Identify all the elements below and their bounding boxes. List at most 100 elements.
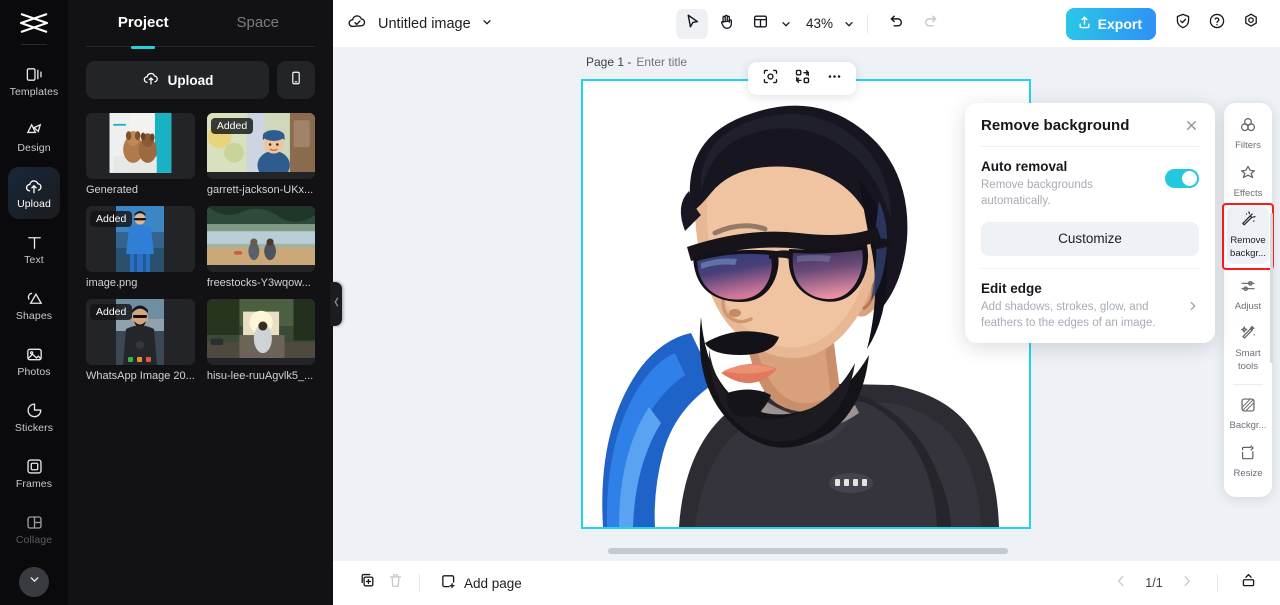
tool-background[interactable]: Backgr...: [1227, 391, 1269, 436]
redo-button[interactable]: [914, 9, 946, 39]
upload-item[interactable]: Added image.png: [86, 206, 195, 289]
hand-tool-button[interactable]: [710, 9, 742, 39]
canvas-horizontal-scrollbar[interactable]: [608, 548, 1008, 554]
upload-item[interactable]: hisu-lee-ruuAgvlk5_...: [206, 299, 315, 382]
thumbnail[interactable]: [206, 206, 315, 272]
settings-button[interactable]: [1236, 9, 1266, 39]
tab-active-indicator: [131, 46, 156, 49]
document-title: Untitled image: [378, 15, 471, 32]
edit-edge-subtitle: Add shadows, strokes, glow, and feathers…: [981, 300, 1156, 329]
export-button[interactable]: Export: [1065, 7, 1156, 40]
text-icon: [24, 232, 44, 252]
customize-button-label: Customize: [1058, 231, 1122, 247]
upload-button[interactable]: Upload: [86, 61, 269, 99]
upload-item-label: hisu-lee-ruuAgvlk5_...: [206, 370, 314, 382]
page-title-input[interactable]: [636, 55, 727, 69]
add-page-label: Add page: [464, 575, 522, 591]
next-page-button[interactable]: [1173, 569, 1201, 597]
tool-effects[interactable]: Effects: [1227, 159, 1269, 204]
tool-rail-scrollbar[interactable]: [1270, 213, 1273, 363]
mobile-phone-icon: [288, 70, 304, 91]
page-indicator: 1/1: [1145, 576, 1163, 590]
prev-page-button[interactable]: [1107, 569, 1135, 597]
more-options-button[interactable]: [819, 65, 849, 92]
upload-item[interactable]: Added WhatsApp Image 20...: [86, 299, 195, 382]
upload-item-label: freestocks-Y3wqow...: [206, 277, 311, 289]
close-icon[interactable]: [1184, 118, 1199, 133]
sidebar-item-stickers[interactable]: Stickers: [8, 391, 60, 443]
crop-tool-button[interactable]: [755, 65, 785, 92]
tool-resize[interactable]: Resize: [1227, 439, 1269, 484]
chevron-right-icon: [1187, 300, 1199, 312]
tab-space[interactable]: Space: [201, 0, 316, 46]
capcut-logo[interactable]: [13, 6, 55, 40]
delete-page-button[interactable]: [381, 569, 409, 597]
thumbnail-art-dogs: [86, 113, 195, 173]
sidebar-item-photos[interactable]: Photos: [8, 335, 60, 387]
artboard[interactable]: [581, 79, 1031, 529]
canvas-area[interactable]: Page 1 - Enter title Remove background A…: [333, 48, 1280, 560]
hand-icon: [718, 13, 735, 35]
edit-edge-row[interactable]: Edit edge Add shadows, strokes, glow, an…: [981, 281, 1199, 332]
thumbnail[interactable]: Added: [86, 299, 195, 365]
undo-button[interactable]: [880, 9, 912, 39]
smart-wand-icon: [1239, 324, 1257, 347]
sidebar-item-templates[interactable]: Templates: [8, 55, 60, 107]
thumbnail[interactable]: Added: [86, 206, 195, 272]
main-area: Untitled image 43% Export Page 1 - Enter…: [333, 0, 1280, 605]
upload-item[interactable]: Added garrett-jackson-UKx...: [206, 113, 315, 196]
auto-removal-toggle[interactable]: [1165, 169, 1199, 188]
replace-tool-button[interactable]: [787, 65, 817, 92]
tool-label: Resize: [1233, 468, 1263, 479]
status-badge: Added: [210, 118, 254, 134]
canvas-image-portrait[interactable]: [583, 81, 1029, 527]
redo-arrow-icon: [922, 13, 939, 35]
thumbnail[interactable]: [86, 113, 195, 179]
thumbnail[interactable]: Added: [206, 113, 315, 179]
page-label-row: Page 1 -: [586, 55, 727, 69]
layout-tool-button[interactable]: [744, 9, 776, 39]
upload-from-phone-button[interactable]: [277, 61, 315, 99]
tool-remove-background-wrap: Remove backgr...: [1222, 203, 1274, 270]
sidebar-item-text[interactable]: Text: [8, 223, 60, 275]
tab-space-label: Space: [236, 14, 280, 31]
shield-check-button[interactable]: [1168, 9, 1198, 39]
thumbnail[interactable]: [206, 299, 315, 365]
sidebar-item-design[interactable]: Design: [8, 111, 60, 163]
customize-button[interactable]: Customize: [981, 221, 1199, 256]
sidebar-item-collage[interactable]: Collage: [8, 503, 60, 555]
sidebar-item-frames[interactable]: Frames: [8, 447, 60, 499]
tool-remove-background[interactable]: Remove backgr...: [1227, 206, 1269, 264]
upload-item-label: WhatsApp Image 20...: [86, 370, 195, 382]
canvas-tool-group: 43%: [676, 8, 946, 39]
duplicate-page-button[interactable]: [353, 569, 381, 597]
rail-collapse-button[interactable]: [19, 567, 49, 597]
upload-item[interactable]: freestocks-Y3wqow...: [206, 206, 315, 289]
upload-item[interactable]: Generated: [86, 113, 195, 196]
zoom-chevron-down-icon[interactable]: [843, 18, 855, 30]
expand-panel-button[interactable]: [1234, 569, 1262, 597]
tool-adjust[interactable]: Adjust: [1227, 272, 1269, 317]
tool-smart-tools[interactable]: Smart tools: [1227, 319, 1269, 376]
selection-floating-toolbar: [748, 62, 856, 95]
layout-panel-icon: [752, 13, 769, 35]
tool-label-line2: backgr...: [1230, 247, 1266, 259]
help-button[interactable]: [1202, 9, 1232, 39]
sidebar-item-shapes[interactable]: Shapes: [8, 279, 60, 331]
document-name-control[interactable]: Untitled image: [347, 12, 493, 36]
upload-button-label: Upload: [167, 72, 214, 88]
tool-filters[interactable]: Filters: [1227, 111, 1269, 156]
upload-item-label: Generated: [86, 184, 138, 196]
sidebar-item-upload[interactable]: Upload: [8, 167, 60, 219]
design-icon: [24, 120, 44, 140]
layout-chevron-down-icon[interactable]: [780, 18, 792, 30]
panel-collapse-handle[interactable]: [330, 282, 342, 326]
chevron-left-icon: [333, 295, 340, 313]
tab-project[interactable]: Project: [86, 0, 201, 49]
templates-icon: [24, 64, 44, 84]
thumbnail-art-road: [206, 299, 315, 359]
select-tool-button[interactable]: [676, 8, 708, 39]
add-page-button[interactable]: Add page: [440, 573, 522, 593]
chevron-down-icon[interactable]: [481, 15, 493, 33]
sidebar-item-label: Collage: [15, 534, 53, 547]
